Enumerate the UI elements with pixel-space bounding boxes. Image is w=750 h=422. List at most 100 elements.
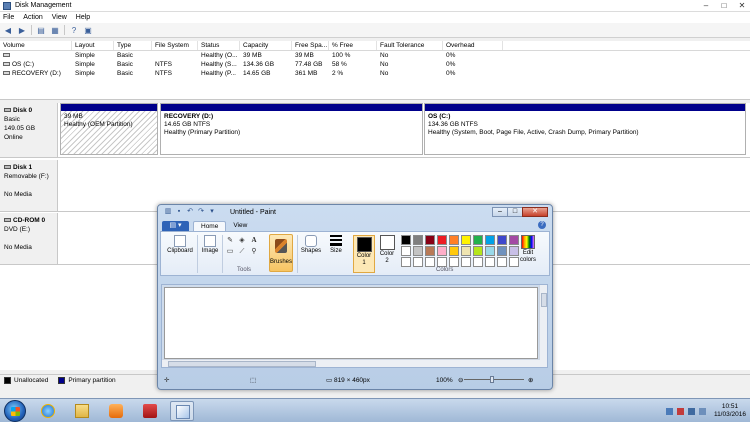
menu-view[interactable]: View — [52, 14, 67, 21]
internet-explorer-button[interactable] — [36, 401, 60, 421]
column-fault-tolerance[interactable]: Fault Tolerance — [377, 41, 443, 50]
table-row[interactable]: OS (C:) Simple Basic NTFS Healthy (S... … — [0, 60, 750, 69]
flag-icon[interactable] — [665, 407, 673, 415]
minimize-button[interactable]: – — [700, 1, 712, 10]
palette-color-swatch[interactable] — [413, 257, 423, 267]
palette-color-swatch[interactable] — [461, 235, 471, 245]
security-icon[interactable] — [676, 407, 684, 415]
zoom-slider[interactable] — [464, 376, 524, 383]
shapes-button[interactable]: Shapes — [299, 235, 323, 254]
cdrom-0-label[interactable]: CD-ROM 0 DVD (E:) No Media — [0, 213, 58, 264]
text-icon[interactable]: A — [249, 236, 259, 245]
volume-icon[interactable] — [698, 407, 706, 415]
column-status[interactable]: Status — [198, 41, 240, 50]
palette-color-swatch[interactable] — [425, 235, 435, 245]
palette-color-swatch[interactable] — [485, 235, 495, 245]
paint-close-button[interactable]: ✕ — [522, 207, 548, 217]
column-file-system[interactable]: File System — [152, 41, 198, 50]
color-picker-icon[interactable]: ⟋ — [237, 247, 247, 256]
menu-help[interactable]: Help — [76, 14, 90, 21]
palette-color-swatch[interactable] — [425, 246, 435, 256]
scroll-thumb[interactable] — [541, 293, 547, 307]
palette-color-swatch[interactable] — [413, 235, 423, 245]
forward-arrow-icon[interactable]: ▶ — [17, 25, 27, 35]
vertical-scrollbar[interactable] — [539, 285, 547, 367]
column-type[interactable]: Type — [114, 41, 152, 50]
recovery-partition[interactable]: RECOVERY (D:) 14.65 GB NTFS Healthy (Pri… — [160, 103, 423, 155]
menu-file[interactable]: File — [3, 14, 14, 21]
eraser-icon[interactable]: ▭ — [225, 247, 235, 256]
palette-color-swatch[interactable] — [401, 257, 411, 267]
save-icon[interactable]: ▪ — [175, 208, 183, 216]
palette-color-swatch[interactable] — [449, 257, 459, 267]
close-button[interactable]: ✕ — [736, 1, 748, 10]
edit-colors-button[interactable]: Edit colors — [517, 235, 539, 264]
column-percent-free[interactable]: % Free — [329, 41, 377, 50]
customize-toolbar-icon[interactable]: ▾ — [208, 208, 216, 216]
magnifier-icon[interactable]: ⚲ — [249, 247, 259, 256]
column-capacity[interactable]: Capacity — [240, 41, 292, 50]
zoom-slider-knob[interactable] — [490, 376, 494, 383]
palette-color-swatch[interactable] — [485, 246, 495, 256]
palette-color-swatch[interactable] — [473, 246, 483, 256]
horizontal-scrollbar[interactable] — [162, 359, 540, 367]
palette-color-swatch[interactable] — [401, 235, 411, 245]
palette-color-swatch[interactable] — [497, 235, 507, 245]
paint-maximize-button[interactable]: □ — [507, 207, 523, 217]
tab-view[interactable]: View — [226, 221, 254, 231]
tab-home[interactable]: Home — [193, 221, 227, 231]
paint-minimize-button[interactable]: – — [492, 207, 508, 217]
file-explorer-button[interactable] — [70, 401, 94, 421]
fill-icon[interactable]: ◈ — [237, 236, 247, 245]
palette-color-swatch[interactable] — [425, 257, 435, 267]
table-row[interactable]: RECOVERY (D:) Simple Basic NTFS Healthy … — [0, 69, 750, 78]
paint-taskbar-button[interactable] — [170, 401, 194, 421]
column-volume[interactable]: Volume — [0, 41, 72, 50]
brushes-button[interactable]: Brushes — [269, 234, 293, 272]
view-icon[interactable]: ▣ — [83, 25, 93, 35]
os-partition[interactable]: OS (C:) 134.36 GB NTFS Healthy (System, … — [424, 103, 746, 155]
palette-color-swatch[interactable] — [461, 246, 471, 256]
image-button[interactable]: Image — [199, 235, 221, 254]
clock[interactable]: 10:51 11/03/2016 — [714, 403, 746, 419]
help-icon[interactable]: ? — [69, 25, 79, 35]
help-icon[interactable]: ? — [538, 221, 546, 229]
palette-color-swatch[interactable] — [401, 246, 411, 256]
palette-color-swatch[interactable] — [497, 246, 507, 256]
back-arrow-icon[interactable]: ◀ — [3, 25, 13, 35]
oem-partition[interactable]: 39 MB Healthy (OEM Partition) — [60, 103, 158, 155]
palette-color-swatch[interactable] — [413, 246, 423, 256]
maximize-button[interactable]: □ — [718, 1, 730, 10]
table-row[interactable]: Simple Basic Healthy (O... 39 MB 39 MB 1… — [0, 51, 750, 60]
color-1-button[interactable]: Color 1 — [353, 235, 375, 273]
palette-color-swatch[interactable] — [449, 235, 459, 245]
palette-color-swatch[interactable] — [449, 246, 459, 256]
zoom-out-button[interactable]: ⊖ — [458, 376, 463, 384]
undo-icon[interactable]: ↶ — [186, 208, 194, 216]
toolbox-button[interactable] — [138, 401, 162, 421]
palette-color-swatch[interactable] — [437, 246, 447, 256]
palette-color-swatch[interactable] — [461, 257, 471, 267]
palette-color-swatch[interactable] — [485, 257, 495, 267]
palette-color-swatch[interactable] — [473, 257, 483, 267]
column-layout[interactable]: Layout — [72, 41, 114, 50]
media-player-button[interactable] — [104, 401, 128, 421]
palette-color-swatch[interactable] — [437, 235, 447, 245]
network-icon[interactable] — [687, 407, 695, 415]
paint-app-icon[interactable]: ▥ — [164, 208, 172, 216]
zoom-in-button[interactable]: ⊕ — [528, 376, 533, 384]
palette-color-swatch[interactable] — [473, 235, 483, 245]
start-button[interactable] — [4, 400, 26, 422]
color-2-button[interactable]: Color 2 — [378, 235, 396, 265]
properties-icon[interactable]: ▦ — [50, 25, 60, 35]
pencil-icon[interactable]: ✎ — [225, 236, 235, 245]
show-hide-console-icon[interactable]: ▤ — [36, 25, 46, 35]
scroll-thumb[interactable] — [168, 361, 316, 367]
redo-icon[interactable]: ↷ — [197, 208, 205, 216]
paint-menu-button[interactable]: ▤ ▾ — [162, 221, 189, 231]
column-free-space[interactable]: Free Spa... — [292, 41, 329, 50]
disk-1-label[interactable]: Disk 1 Removable (F:) No Media — [0, 160, 58, 211]
drawing-canvas[interactable] — [164, 287, 538, 359]
palette-color-swatch[interactable] — [437, 257, 447, 267]
menu-action[interactable]: Action — [23, 14, 42, 21]
